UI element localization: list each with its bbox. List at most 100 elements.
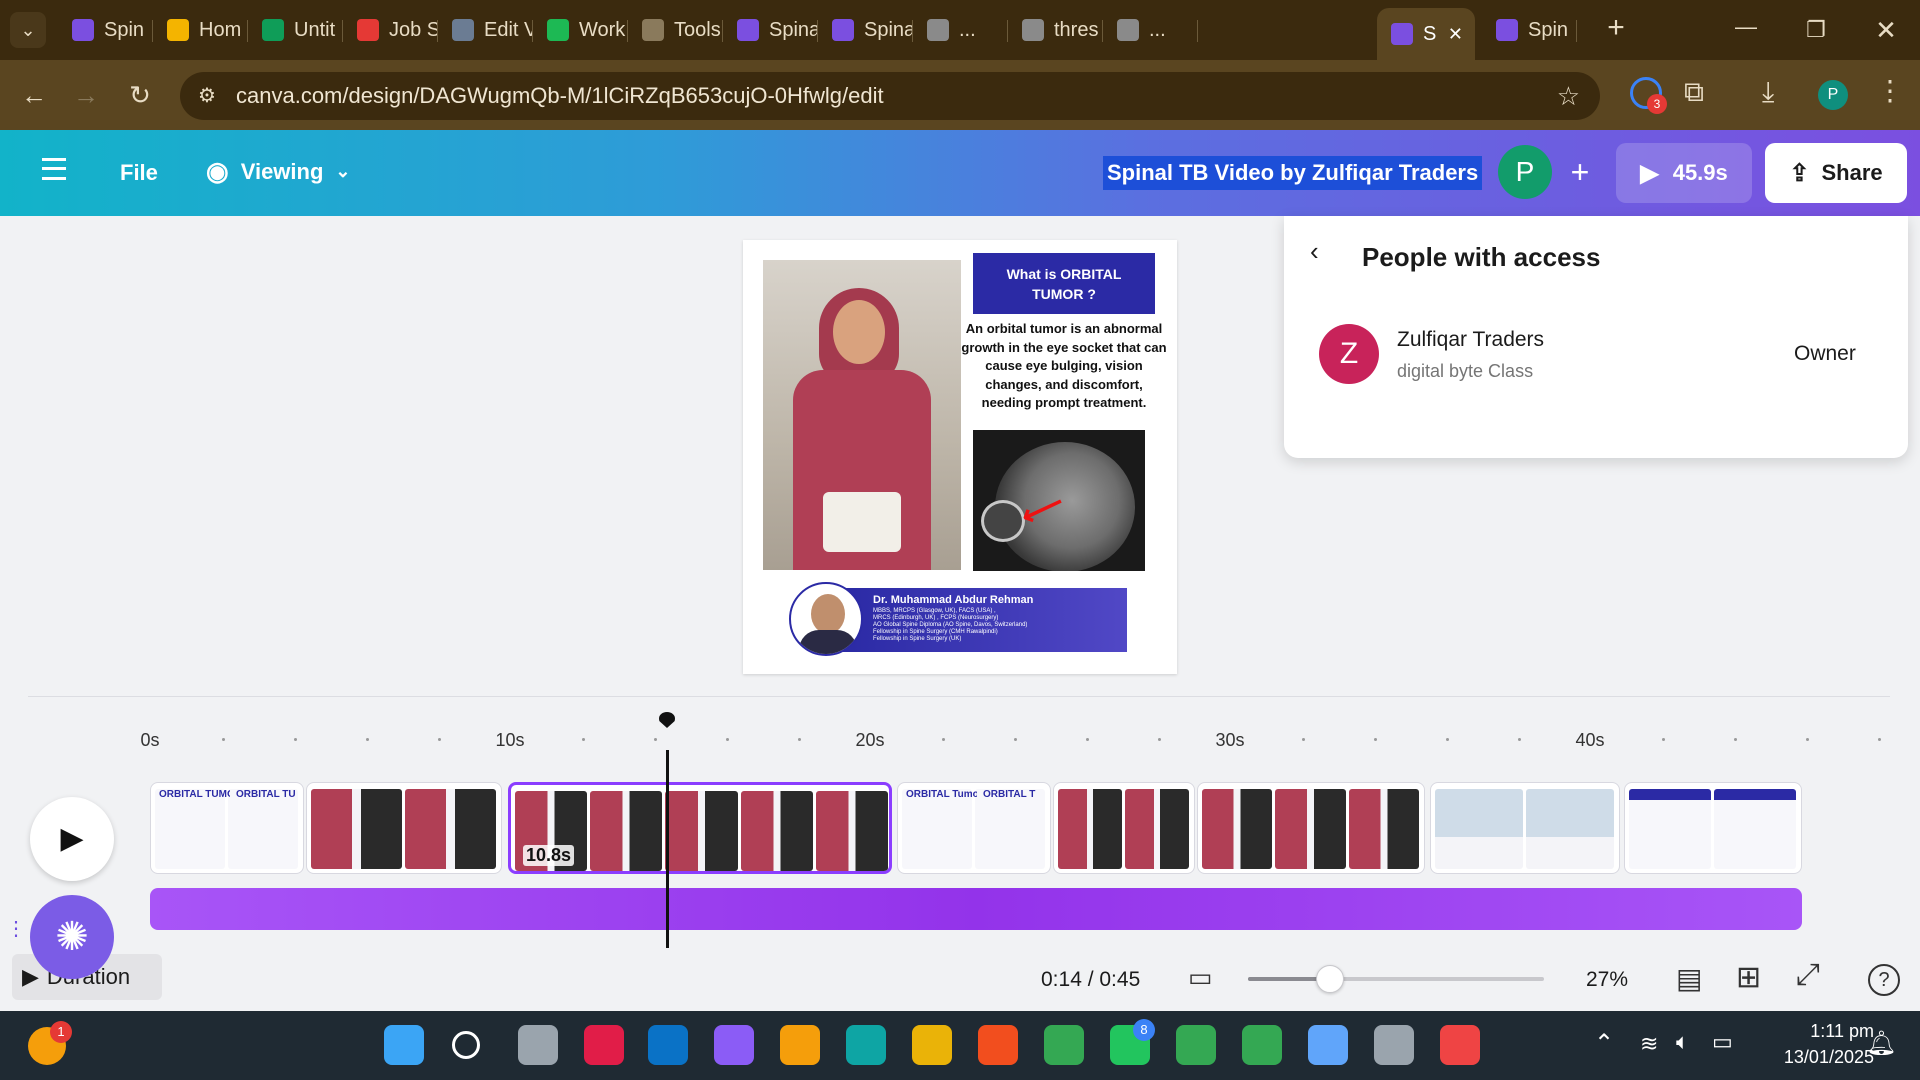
- panel-title: People with access: [1362, 242, 1601, 272]
- windows-start-icon[interactable]: [384, 1025, 424, 1065]
- playhead-line[interactable]: [666, 750, 669, 948]
- zoom-slider-thumb[interactable]: [1316, 965, 1344, 993]
- back-button[interactable]: ←: [16, 77, 52, 113]
- battery-icon[interactable]: ▭: [1712, 1029, 1733, 1055]
- help-icon[interactable]: ?: [1868, 964, 1900, 996]
- clip-thumbnail: [902, 789, 972, 869]
- notification-bell-icon[interactable]: 🔔︎: [1866, 1029, 1896, 1058]
- anydesk-icon[interactable]: [1440, 1025, 1480, 1065]
- browser-tab[interactable]: S ✕: [1377, 8, 1475, 60]
- clip-thumbnail: [1629, 789, 1711, 869]
- forward-button[interactable]: →: [68, 77, 104, 113]
- ruler-tick: [1734, 738, 1737, 741]
- browser-tab[interactable]: Job S: [343, 10, 438, 50]
- edge-icon[interactable]: [846, 1025, 886, 1065]
- browser-menu-icon[interactable]: ⋮: [1876, 74, 1904, 107]
- outlook-icon[interactable]: [648, 1025, 688, 1065]
- browser-tab[interactable]: Spina: [818, 10, 913, 50]
- page-preview[interactable]: What is ORBITAL TUMOR ? An orbital tumor…: [743, 240, 1177, 674]
- fullscreen-icon[interactable]: ⤢: [1796, 958, 1820, 992]
- timeline-play-button[interactable]: ▶: [30, 797, 114, 881]
- bookmark-star-icon[interactable]: ☆: [1557, 72, 1580, 120]
- notepad-icon[interactable]: [1308, 1025, 1348, 1065]
- new-tab-button[interactable]: +: [1598, 10, 1634, 46]
- ruler-tick: [1878, 738, 1881, 741]
- audio-track[interactable]: [150, 888, 1802, 930]
- viewing-mode-dropdown[interactable]: ◉ Viewing ⌄: [206, 156, 351, 187]
- browser-tab[interactable]: ...: [1103, 10, 1198, 50]
- chrome-profile-2-icon[interactable]: [1242, 1025, 1282, 1065]
- hamburger-menu-icon[interactable]: [42, 158, 66, 180]
- file-explorer-icon[interactable]: [912, 1025, 952, 1065]
- tab-close-icon[interactable]: ✕: [1448, 24, 1463, 45]
- page-view-icon[interactable]: ▤: [1676, 962, 1702, 995]
- extension-icon[interactable]: 3: [1630, 77, 1667, 114]
- ruler-tick: [1374, 738, 1377, 741]
- restore-button[interactable]: ❐: [1796, 12, 1836, 48]
- zoom-percentage[interactable]: 27%: [1586, 968, 1628, 992]
- timeline-clip[interactable]: [1053, 782, 1195, 874]
- timeline-clip[interactable]: [1624, 782, 1802, 874]
- minimize-button[interactable]: —: [1726, 12, 1766, 48]
- browser-tab[interactable]: Hom: [153, 10, 248, 50]
- collaborator-avatar[interactable]: P: [1498, 145, 1552, 199]
- extensions-puzzle-icon[interactable]: ⧉: [1684, 76, 1704, 109]
- magic-button[interactable]: ✺: [30, 895, 114, 979]
- file-menu[interactable]: File: [120, 160, 158, 186]
- timeline-clip[interactable]: [1430, 782, 1620, 874]
- settings-icon[interactable]: [1374, 1025, 1414, 1065]
- timeline-clip-selected[interactable]: 10.8s: [508, 782, 892, 874]
- browser-tab[interactable]: thres: [1008, 10, 1103, 50]
- timeline-clip[interactable]: ORBITAL Tumor ORBITAL T: [897, 782, 1051, 874]
- reload-button[interactable]: ↻: [122, 77, 158, 113]
- back-arrow-icon[interactable]: ‹: [1310, 236, 1319, 267]
- chrome-profile-icon[interactable]: [1176, 1025, 1216, 1065]
- playhead-knob[interactable]: [659, 712, 675, 728]
- clip-thumbnail: [1275, 789, 1346, 869]
- share-button[interactable]: ⇪ Share: [1765, 143, 1907, 203]
- browser-tab[interactable]: Work: [533, 10, 628, 50]
- profile-avatar[interactable]: P: [1818, 80, 1848, 110]
- search-icon[interactable]: [452, 1031, 480, 1059]
- site-info-icon[interactable]: ⚙: [198, 72, 216, 120]
- notes-icon[interactable]: ▭: [1188, 962, 1213, 993]
- weather-widget-icon[interactable]: 1: [28, 1021, 72, 1065]
- task-view-icon[interactable]: [518, 1025, 558, 1065]
- ruler-label: 20s: [855, 730, 885, 750]
- grid-view-icon[interactable]: ⊞: [1736, 960, 1761, 995]
- store-icon[interactable]: [780, 1025, 820, 1065]
- clock-time[interactable]: 1:11 pm: [1790, 1021, 1874, 1042]
- present-play-button[interactable]: ▶ 45.9s: [1616, 143, 1752, 203]
- browser-tab[interactable]: Tools: [628, 10, 723, 50]
- browser-tab[interactable]: Spin: [1482, 10, 1577, 50]
- tab-label: thres: [1054, 18, 1099, 41]
- url-field[interactable]: ⚙ canva.com/design/DAGWugmQb-M/1lCiRZqB6…: [180, 72, 1600, 120]
- add-collaborator-button[interactable]: +: [1560, 152, 1600, 192]
- wifi-icon[interactable]: ≋: [1640, 1031, 1658, 1057]
- browser-tab[interactable]: Spina: [723, 10, 818, 50]
- tab-search-button[interactable]: ⌄: [10, 12, 46, 48]
- doctor-avatar: [789, 582, 863, 656]
- opera-icon[interactable]: [584, 1025, 624, 1065]
- timeline-clip[interactable]: ORBITAL TUMOR ORBITAL TU: [150, 782, 304, 874]
- ruler-tick: [1446, 738, 1449, 741]
- downloads-icon[interactable]: ⤓: [1762, 76, 1774, 109]
- timeline-clip[interactable]: [1197, 782, 1425, 874]
- browser-tab[interactable]: Untit: [248, 10, 343, 50]
- browser-tab[interactable]: ...: [913, 10, 1008, 50]
- ruler-tick: [294, 738, 297, 741]
- browser-tab[interactable]: Edit V: [438, 10, 533, 50]
- close-window-button[interactable]: ✕: [1866, 12, 1906, 48]
- browser-tab[interactable]: Spin: [58, 10, 153, 50]
- copilot-icon[interactable]: [714, 1025, 754, 1065]
- show-hidden-icons[interactable]: ⌃: [1594, 1029, 1614, 1058]
- chrome-icon[interactable]: [1044, 1025, 1084, 1065]
- volume-icon[interactable]: 🔈︎: [1676, 1029, 1689, 1055]
- person-name: Zulfiqar Traders: [1397, 328, 1545, 351]
- tab-label: Work: [579, 18, 626, 41]
- timeline-clip[interactable]: [306, 782, 502, 874]
- ruler-tick: [582, 738, 585, 741]
- figma-icon[interactable]: [978, 1025, 1018, 1065]
- clock-date[interactable]: 13/01/2025: [1760, 1047, 1874, 1068]
- design-title[interactable]: Spinal TB Video by Zulfiqar Traders: [1103, 156, 1483, 190]
